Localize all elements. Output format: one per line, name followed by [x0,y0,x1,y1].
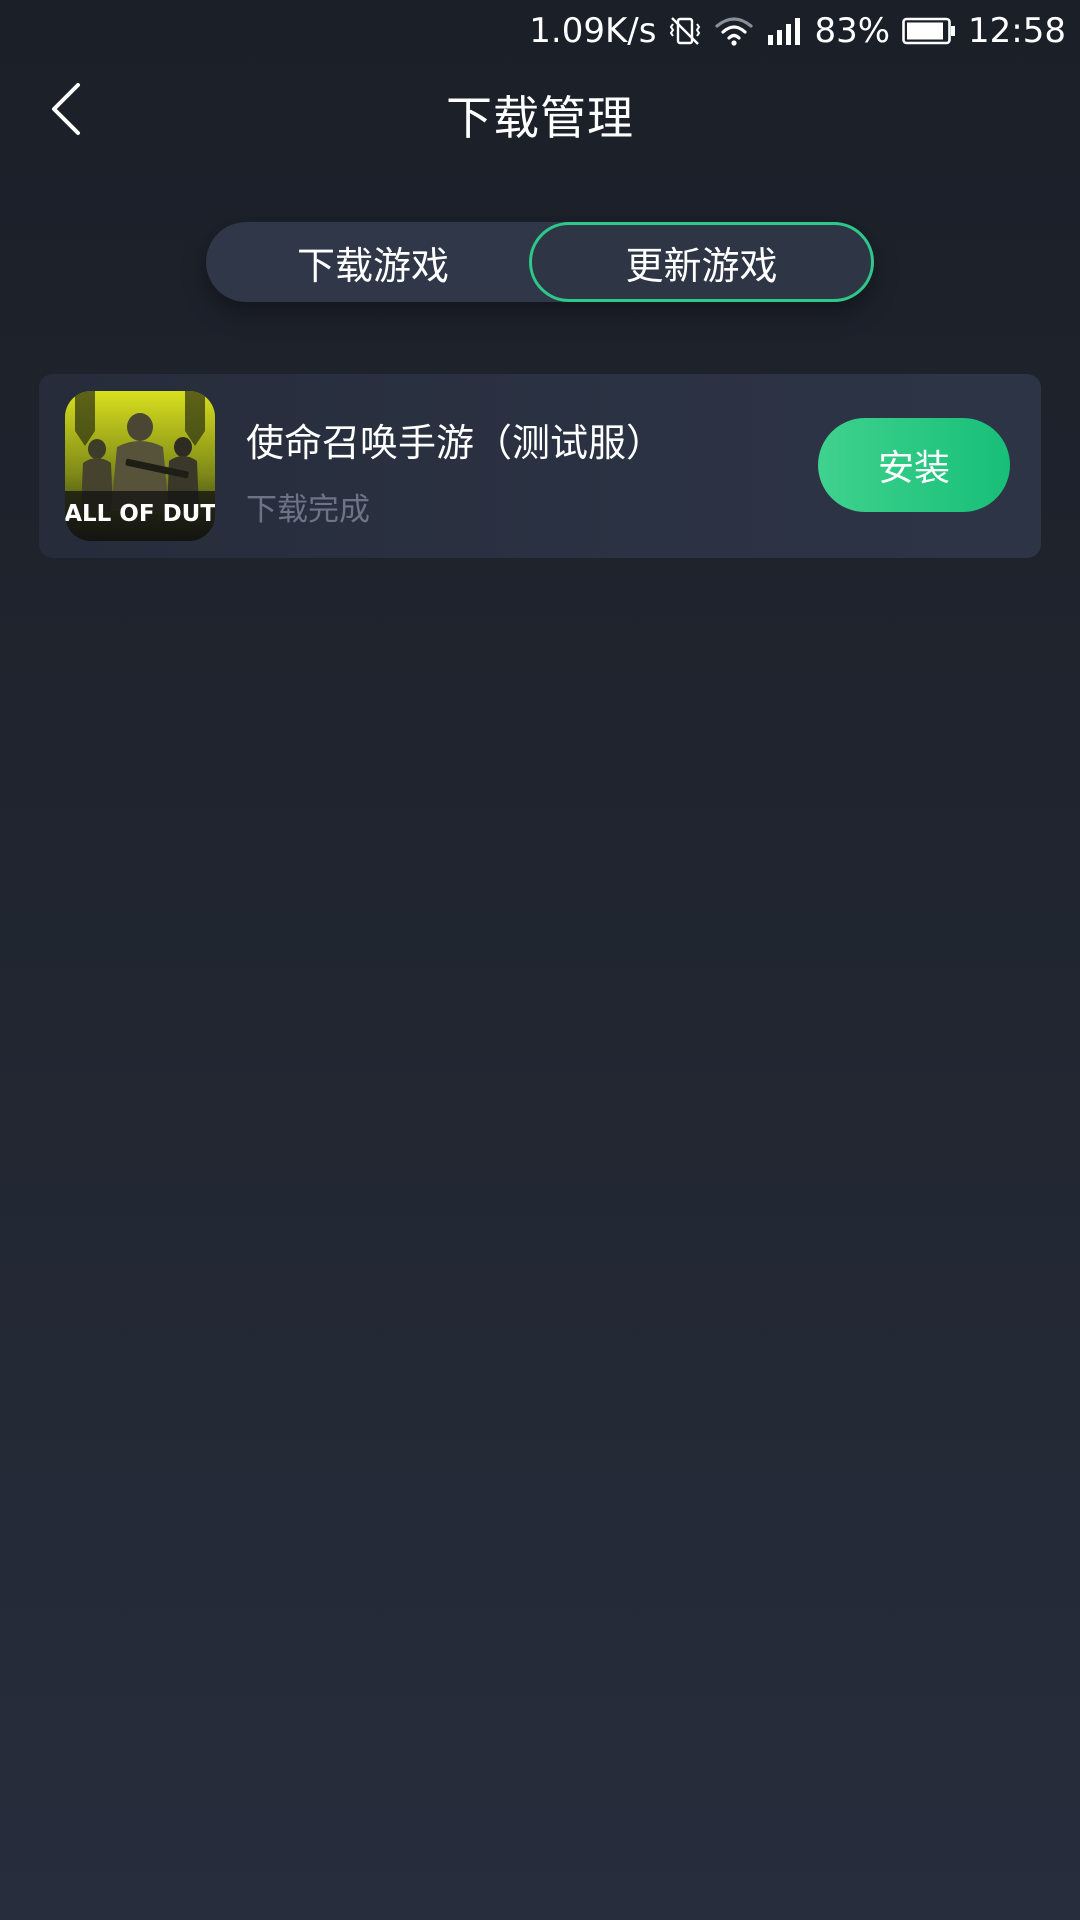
vibrate-off-icon [668,14,702,48]
wifi-icon [714,15,754,47]
tab-download-games[interactable]: 下载游戏 [206,222,540,302]
game-icon-logo: CALL OF DUTY [65,501,215,527]
network-speed: 1.09K/s [529,11,657,51]
tab-switcher: 下载游戏 更新游戏 [206,222,874,302]
install-button[interactable]: 安装 [818,418,1010,512]
battery-icon [902,16,956,46]
game-icon: CALL OF DUTY [65,391,215,541]
status-bar: 1.09K/s 83% 12:58 [0,0,1080,62]
game-list-item[interactable]: CALL OF DUTY 使命召唤手游（测试服） 下载完成 安装 [39,374,1041,558]
clock: 12:58 [968,11,1066,51]
game-name: 使命召唤手游（测试服） [246,421,665,465]
download-status: 下载完成 [246,492,370,528]
tab-update-games[interactable]: 更新游戏 [529,222,874,302]
header: 下载管理 [0,62,1080,158]
status-indicators: 1.09K/s 83% 12:58 [529,8,1066,54]
page-title: 下载管理 [446,91,634,145]
battery-percentage: 83% [814,11,891,51]
signal-icon [766,16,802,46]
